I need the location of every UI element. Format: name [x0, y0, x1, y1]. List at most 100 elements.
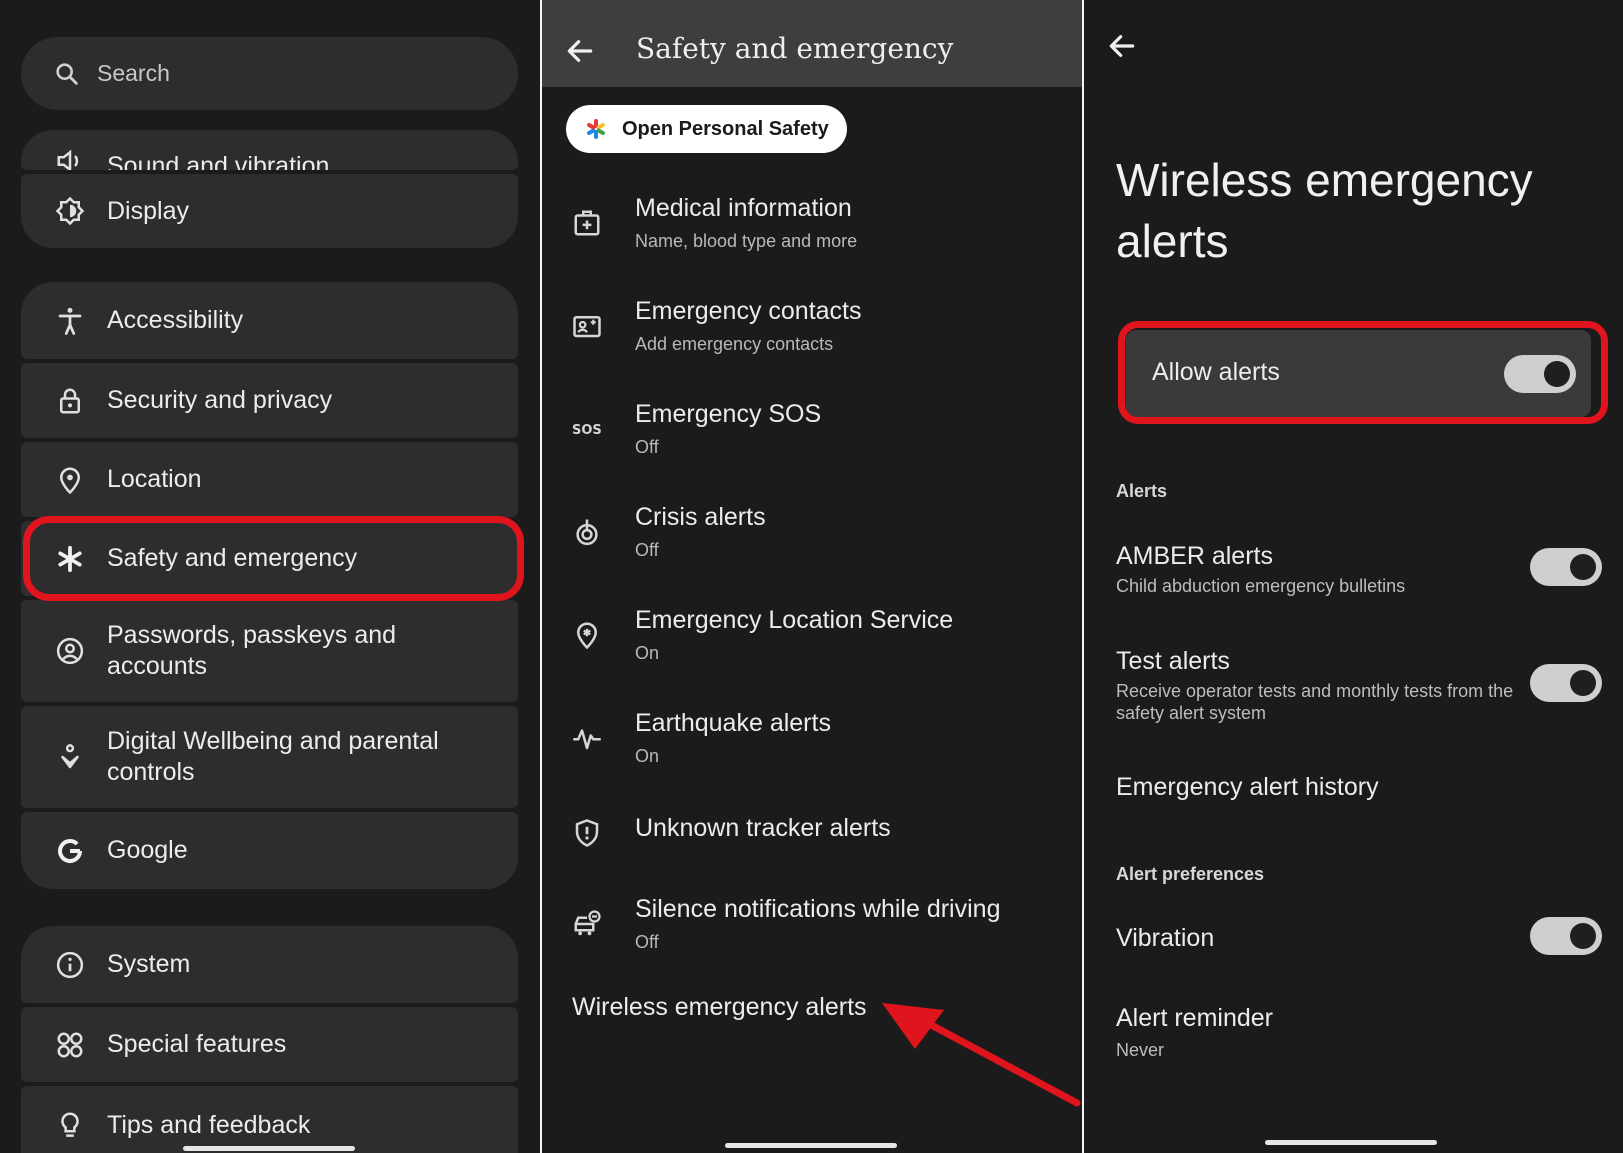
test-alerts-subtitle: Receive operator tests and monthly tests… — [1116, 681, 1514, 723]
gesture-bar — [1265, 1140, 1437, 1145]
item-title: Emergency contacts — [635, 297, 862, 325]
item-title: Earthquake alerts — [635, 709, 831, 737]
list-item-earthquake-alerts[interactable]: Earthquake alerts On — [542, 705, 1082, 775]
info-icon — [53, 948, 87, 982]
settings-item-label: Security and privacy — [107, 386, 333, 414]
settings-item-label: Passwords, passkeys and accounts — [107, 621, 397, 680]
wea-panel: Wireless emergency alerts Allow alerts A… — [1084, 0, 1623, 1153]
settings-item-tips[interactable]: Tips and feedback — [21, 1086, 518, 1153]
accessibility-icon — [53, 304, 87, 338]
amber-alerts-subtitle: Child abduction emergency bulletins — [1116, 576, 1406, 596]
allow-alerts-label: Allow alerts — [1152, 358, 1280, 386]
list-item-silence-while-driving[interactable]: Silence notifications while driving Off — [542, 891, 1082, 961]
vibration-toggle[interactable] — [1530, 917, 1602, 955]
settings-item-label: Google — [107, 836, 188, 864]
item-subtitle: Name, blood type and more — [635, 231, 858, 251]
back-arrow-icon[interactable] — [1106, 30, 1138, 62]
crisis-alert-icon — [570, 515, 604, 549]
item-subtitle: Off — [635, 437, 659, 457]
section-header-alert-preferences: Alert preferences — [1116, 864, 1265, 884]
list-item-emergency-location-service[interactable]: Emergency Location Service On — [542, 602, 1082, 672]
settings-item-security[interactable]: Security and privacy — [21, 363, 518, 438]
annotation-arrow — [882, 1003, 1081, 1107]
list-item-emergency-contacts[interactable]: Emergency contacts Add emergency contact… — [542, 293, 1082, 363]
location-pin-icon — [53, 463, 87, 497]
settings-item-system[interactable]: System — [21, 926, 518, 1003]
google-icon — [53, 834, 87, 868]
emergency-alert-history-item[interactable]: Emergency alert history — [1116, 773, 1379, 802]
settings-item-accessibility[interactable]: Accessibility — [21, 282, 518, 359]
earthquake-icon — [570, 721, 604, 755]
list-item-unknown-tracker-alerts[interactable]: Unknown tracker alerts — [542, 810, 1082, 860]
allow-alerts-row[interactable]: Allow alerts — [1126, 330, 1591, 417]
wireless-emergency-alerts-item[interactable]: Wireless emergency alerts — [572, 993, 867, 1022]
car-silence-icon — [570, 907, 604, 941]
vibration-title: Vibration — [1116, 924, 1215, 952]
item-title: Medical information — [635, 194, 852, 222]
back-arrow-icon[interactable] — [564, 35, 596, 67]
item-title: Unknown tracker alerts — [635, 814, 891, 842]
search-input[interactable]: Search — [21, 37, 518, 110]
item-title: Emergency SOS — [635, 400, 822, 428]
item-subtitle: On — [635, 643, 660, 663]
search-icon — [56, 62, 78, 85]
special-features-icon — [53, 1028, 87, 1062]
settings-item-label: Special features — [107, 1030, 287, 1058]
safety-panel: Safety and emergency Open Personal Safet… — [542, 0, 1082, 1153]
settings-item-google[interactable]: Google — [21, 812, 518, 889]
test-alerts-title: Test alerts — [1116, 647, 1230, 675]
settings-item-label: Display — [107, 196, 189, 225]
search-placeholder: Search — [97, 60, 170, 86]
settings-item-passwords[interactable]: Passwords, passkeys and accounts — [21, 600, 518, 702]
list-item-crisis-alerts[interactable]: Crisis alerts Off — [542, 499, 1082, 569]
shield-alert-icon — [570, 816, 604, 850]
amber-alerts-title: AMBER alerts — [1116, 542, 1273, 570]
page-title: Safety and emergency — [636, 32, 954, 65]
page-title: Wireless emergency alerts — [1116, 154, 1533, 267]
medical-id-icon — [570, 206, 604, 240]
item-subtitle: Off — [635, 932, 659, 952]
brightness-icon — [53, 194, 87, 228]
settings-item-location[interactable]: Location — [21, 442, 518, 517]
emergency-location-icon — [570, 618, 604, 652]
settings-item-special-features[interactable]: Special features — [21, 1007, 518, 1082]
settings-item-label: System — [107, 950, 191, 978]
asterisk-icon — [53, 542, 87, 576]
settings-item-display[interactable]: Display — [21, 174, 518, 248]
settings-item-sound[interactable]: Sound and vibration — [21, 130, 518, 170]
settings-item-label: Sound and vibration — [107, 152, 330, 170]
app-bar: Safety and emergency — [542, 0, 1082, 87]
account-circle-icon — [53, 634, 87, 668]
contact-card-icon — [570, 309, 604, 343]
item-title: Crisis alerts — [635, 503, 766, 531]
settings-item-label: Tips and feedback — [107, 1110, 311, 1139]
personal-safety-logo-icon — [587, 119, 605, 139]
allow-alerts-toggle[interactable] — [1504, 355, 1576, 393]
alert-reminder-subtitle: Never — [1116, 1040, 1165, 1060]
svg-text:SOS: SOS — [572, 423, 602, 438]
wellbeing-icon — [53, 740, 87, 774]
settings-item-wellbeing[interactable]: Digital Wellbeing and parental controls — [21, 706, 518, 808]
speaker-icon — [53, 144, 87, 170]
open-personal-safety-button[interactable]: Open Personal Safety — [566, 105, 847, 153]
lock-icon — [53, 384, 87, 418]
settings-item-label: Location — [107, 465, 202, 493]
settings-item-label: Digital Wellbeing and parental controls — [107, 727, 439, 786]
gesture-bar — [725, 1143, 897, 1148]
section-header-alerts: Alerts — [1116, 481, 1168, 501]
item-subtitle: Add emergency contacts — [635, 334, 834, 354]
list-item-medical-information[interactable]: Medical information Name, blood type and… — [542, 190, 1082, 260]
amber-alerts-toggle[interactable] — [1530, 548, 1602, 586]
settings-item-safety[interactable]: Safety and emergency — [21, 521, 518, 596]
settings-panel: Search Sound and vibration Display Acces… — [0, 0, 540, 1153]
sos-icon: SOS — [570, 412, 604, 446]
settings-item-label: Accessibility — [107, 306, 244, 334]
test-alerts-toggle[interactable] — [1530, 664, 1602, 702]
item-title: Emergency Location Service — [635, 606, 954, 634]
list-item-emergency-sos[interactable]: SOS Emergency SOS Off — [542, 396, 1082, 466]
gesture-bar — [183, 1146, 355, 1151]
settings-item-label: Safety and emergency — [107, 544, 358, 572]
chip-label: Open Personal Safety — [622, 117, 829, 140]
item-title: Silence notifications while driving — [635, 895, 1001, 923]
item-subtitle: On — [635, 746, 660, 766]
